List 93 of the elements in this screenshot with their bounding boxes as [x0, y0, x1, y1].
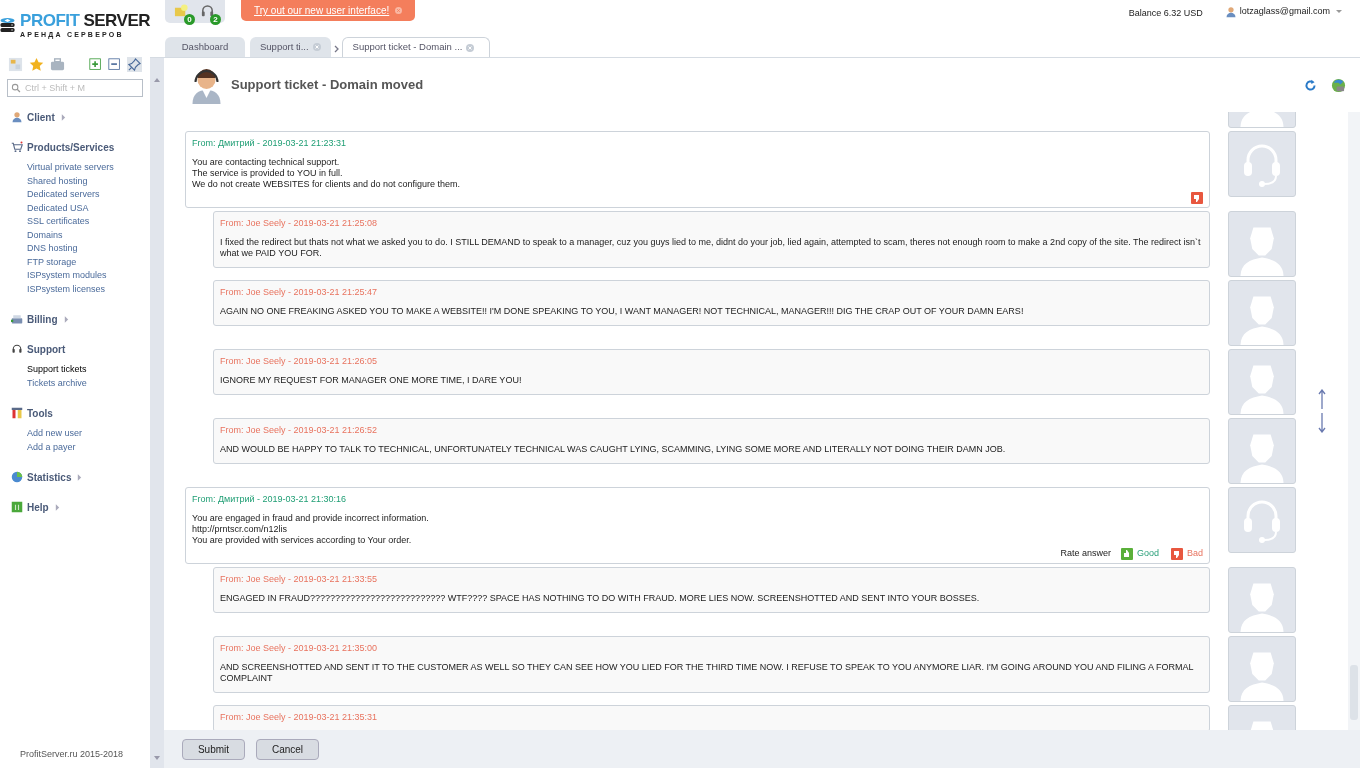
tab[interactable]: Support ti... — [250, 37, 331, 57]
star-icon[interactable] — [29, 56, 44, 72]
pie-chart-icon — [11, 471, 23, 483]
briefcase-icon[interactable] — [50, 56, 65, 72]
close-tab-icon[interactable] — [466, 43, 475, 52]
nav-item[interactable]: ISPsystem licenses — [27, 282, 139, 296]
globe-icon[interactable] — [1331, 77, 1346, 93]
scrollbar[interactable] — [1348, 112, 1360, 730]
expand-arrow-icon[interactable] — [60, 113, 66, 121]
expand-arrow-icon[interactable] — [54, 503, 60, 511]
nav-item[interactable]: DNS hosting — [27, 242, 139, 256]
nav-item[interactable]: Virtual private servers — [27, 161, 139, 175]
refresh-icon[interactable] — [1304, 78, 1317, 92]
tab[interactable]: Support ticket - Domain ... — [341, 37, 490, 57]
notification-count: 0 — [184, 13, 195, 25]
expand-arrow-icon[interactable] — [77, 473, 83, 481]
message-text: AGAIN NO ONE FREAKING ASKED YOU TO MAKE A WEBSITE!! I'M DONE SPEAKING TO YOU, I WANT MANAGER! NOT TECHNICAL, MANAGER!!! DIG THE CRAP OUT OF YOUR DAMN EARS! — [220, 306, 1025, 317]
nav-section-title[interactable]: Billing — [27, 311, 58, 327]
message-text: You are provided with services according to Your order. — [192, 535, 413, 546]
expand-all-icon[interactable] — [89, 57, 102, 71]
scrollbar[interactable] — [150, 58, 164, 768]
close-tab-icon[interactable] — [312, 43, 321, 51]
message-text: You are engaged in fraud and provide incorrect information. — [192, 513, 430, 524]
nav-item[interactable]: Shared hosting — [27, 174, 139, 188]
scroll-up-arrow-icon[interactable] — [1318, 389, 1326, 409]
bad-link[interactable]: Bad — [1187, 547, 1203, 561]
message-sender: From: Дмитрий - 2019-03-21 21:23:31 — [192, 137, 348, 149]
nav-section-title[interactable]: Statistics — [27, 469, 72, 485]
scroll-up-icon[interactable] — [154, 78, 160, 82]
message-text: http://prntscr.com/n12lis — [192, 524, 289, 535]
nav-item[interactable]: Domains — [27, 228, 139, 242]
message-sender: From: Joe Seely - 2019-03-21 21:25:08 — [220, 217, 379, 229]
nav-item[interactable]: FTP storage — [27, 255, 139, 269]
balance-text: Balance 6.32 USD — [1128, 7, 1203, 20]
nav-section-title[interactable]: Products/Services — [27, 139, 115, 155]
message-sender: From: Joe Seely - 2019-03-21 21:26:05 — [220, 355, 379, 367]
person-icon — [11, 111, 23, 123]
message-sender: From: Joe Seely - 2019-03-21 21:35:31 — [220, 711, 379, 723]
message-sender: From: Joe Seely - 2019-03-21 21:35:00 — [220, 642, 379, 654]
message-text: AND WOULD BE HAPPY TO TALK TO TECHNICAL, UNFORTUNATELY TECHNICAL WAS CAUGHT LYING, SCAMMING, LYING SOME MORE AND LITERALLY NOT DOING THEIR DAMN JOB. — [220, 444, 1007, 455]
chevron-icon — [333, 44, 339, 53]
scroll-down-arrow-icon[interactable] — [1318, 413, 1326, 433]
good-link[interactable]: Good — [1136, 547, 1159, 561]
message-text: ENGAGED IN FRAUD??????????????????????????? WTF???? SPACE HAS NOTHING TO DO WITH FRAUD. MORE LIES NOW. SCREENSHOTTED AND SENT INTO YOUR BOSSES. — [220, 593, 981, 604]
dropdown-icon[interactable] — [1336, 10, 1342, 14]
logo-text: PROFIT — [20, 11, 80, 30]
search-field[interactable]: Ctrl + Shift + M — [7, 79, 143, 97]
search-icon — [11, 83, 22, 94]
headset-icon[interactable] — [200, 3, 215, 19]
nav-section-title[interactable]: Support — [27, 341, 66, 357]
close-icon[interactable] — [395, 7, 403, 14]
scroll-down-icon[interactable] — [154, 756, 160, 760]
user-menu[interactable]: lotzaglass@gmail.com — [1239, 5, 1330, 19]
message-text: You are contacting technical support. — [192, 157, 341, 168]
notification-count: 2 — [210, 13, 221, 25]
layout-icon[interactable] — [8, 56, 23, 72]
form-button[interactable]: Cancel — [256, 738, 319, 760]
message-text: We do not create WEBSITES for clients and do not configure them. — [192, 179, 461, 190]
expand-arrow-icon[interactable] — [63, 315, 69, 323]
nav-item[interactable]: Support tickets — [27, 363, 139, 377]
nav-item[interactable]: ISPsystem modules — [27, 269, 139, 283]
nav-section-title[interactable]: Tools — [27, 405, 53, 421]
nav-item[interactable]: Add new user — [27, 427, 139, 441]
tab[interactable]: Dashboard — [165, 37, 245, 57]
copyright-text: ProfitServer.ru 2015-2018 — [19, 747, 125, 761]
thumbs-down-icon[interactable] — [1191, 192, 1203, 204]
thumbs-down-icon[interactable] — [1171, 548, 1183, 560]
message-text: AND SCREENSHOTTED AND SENT IT TO THE CUSTOMER AS WELL SO THEY CAN SEE HOW YOU LIED FOR THE THIRD TIME NOW. I REFUSE TO SPEAK TO YOU ANYMORE LIAR. I'M GOING AROUND YOU AND FILING A FORMAL COMPLAINT — [220, 662, 1195, 684]
message-sender: From: Joe Seely - 2019-03-21 21:26:52 — [220, 424, 379, 436]
form-button[interactable]: Submit — [182, 738, 245, 760]
page-title: Support ticket - Domain moved — [231, 76, 424, 95]
logo-text: SERVER — [83, 11, 150, 30]
rating-label: Rate answer — [1060, 547, 1111, 561]
message-sender: From: Дмитрий - 2019-03-21 21:30:16 — [192, 493, 348, 505]
nav-section-title[interactable]: Help — [27, 499, 49, 515]
message-sender: From: Joe Seely - 2019-03-21 21:33:55 — [220, 573, 379, 585]
tools-icon — [11, 407, 23, 419]
cart-icon — [11, 141, 23, 153]
nav-item[interactable]: Tickets archive — [27, 376, 139, 390]
nav-item[interactable]: Add a payer — [27, 440, 139, 454]
message-text: The service is provided to YOU in full. — [192, 168, 344, 179]
thumbs-up-icon[interactable] — [1120, 548, 1133, 560]
collapse-all-icon[interactable] — [108, 57, 121, 71]
nav-item[interactable]: Dedicated USA — [27, 201, 139, 215]
headset-icon — [11, 343, 23, 355]
message-sender: From: Joe Seely - 2019-03-21 21:25:47 — [220, 286, 379, 298]
nav-item[interactable]: SSL certificates — [27, 215, 139, 229]
nav-item[interactable]: Dedicated servers — [27, 188, 139, 202]
nav-section-title[interactable]: Client — [27, 109, 55, 125]
message-text: IGNORE MY REQUEST FOR MANAGER ONE MORE TIME, I DARE YOU! — [220, 375, 523, 386]
pin-icon[interactable] — [127, 56, 142, 72]
user-icon — [1224, 5, 1237, 18]
message-text: I fixed the redirect but thats not what we asked you to do. I STILL DEMAND to speak to a manager, cuz you guys lied to me, didnt do your job, lied again, attempted to scam, theres not enough room to make a 2nd copy of the site. The redirect isn`t what we PAID YOU FOR. — [220, 237, 1202, 259]
